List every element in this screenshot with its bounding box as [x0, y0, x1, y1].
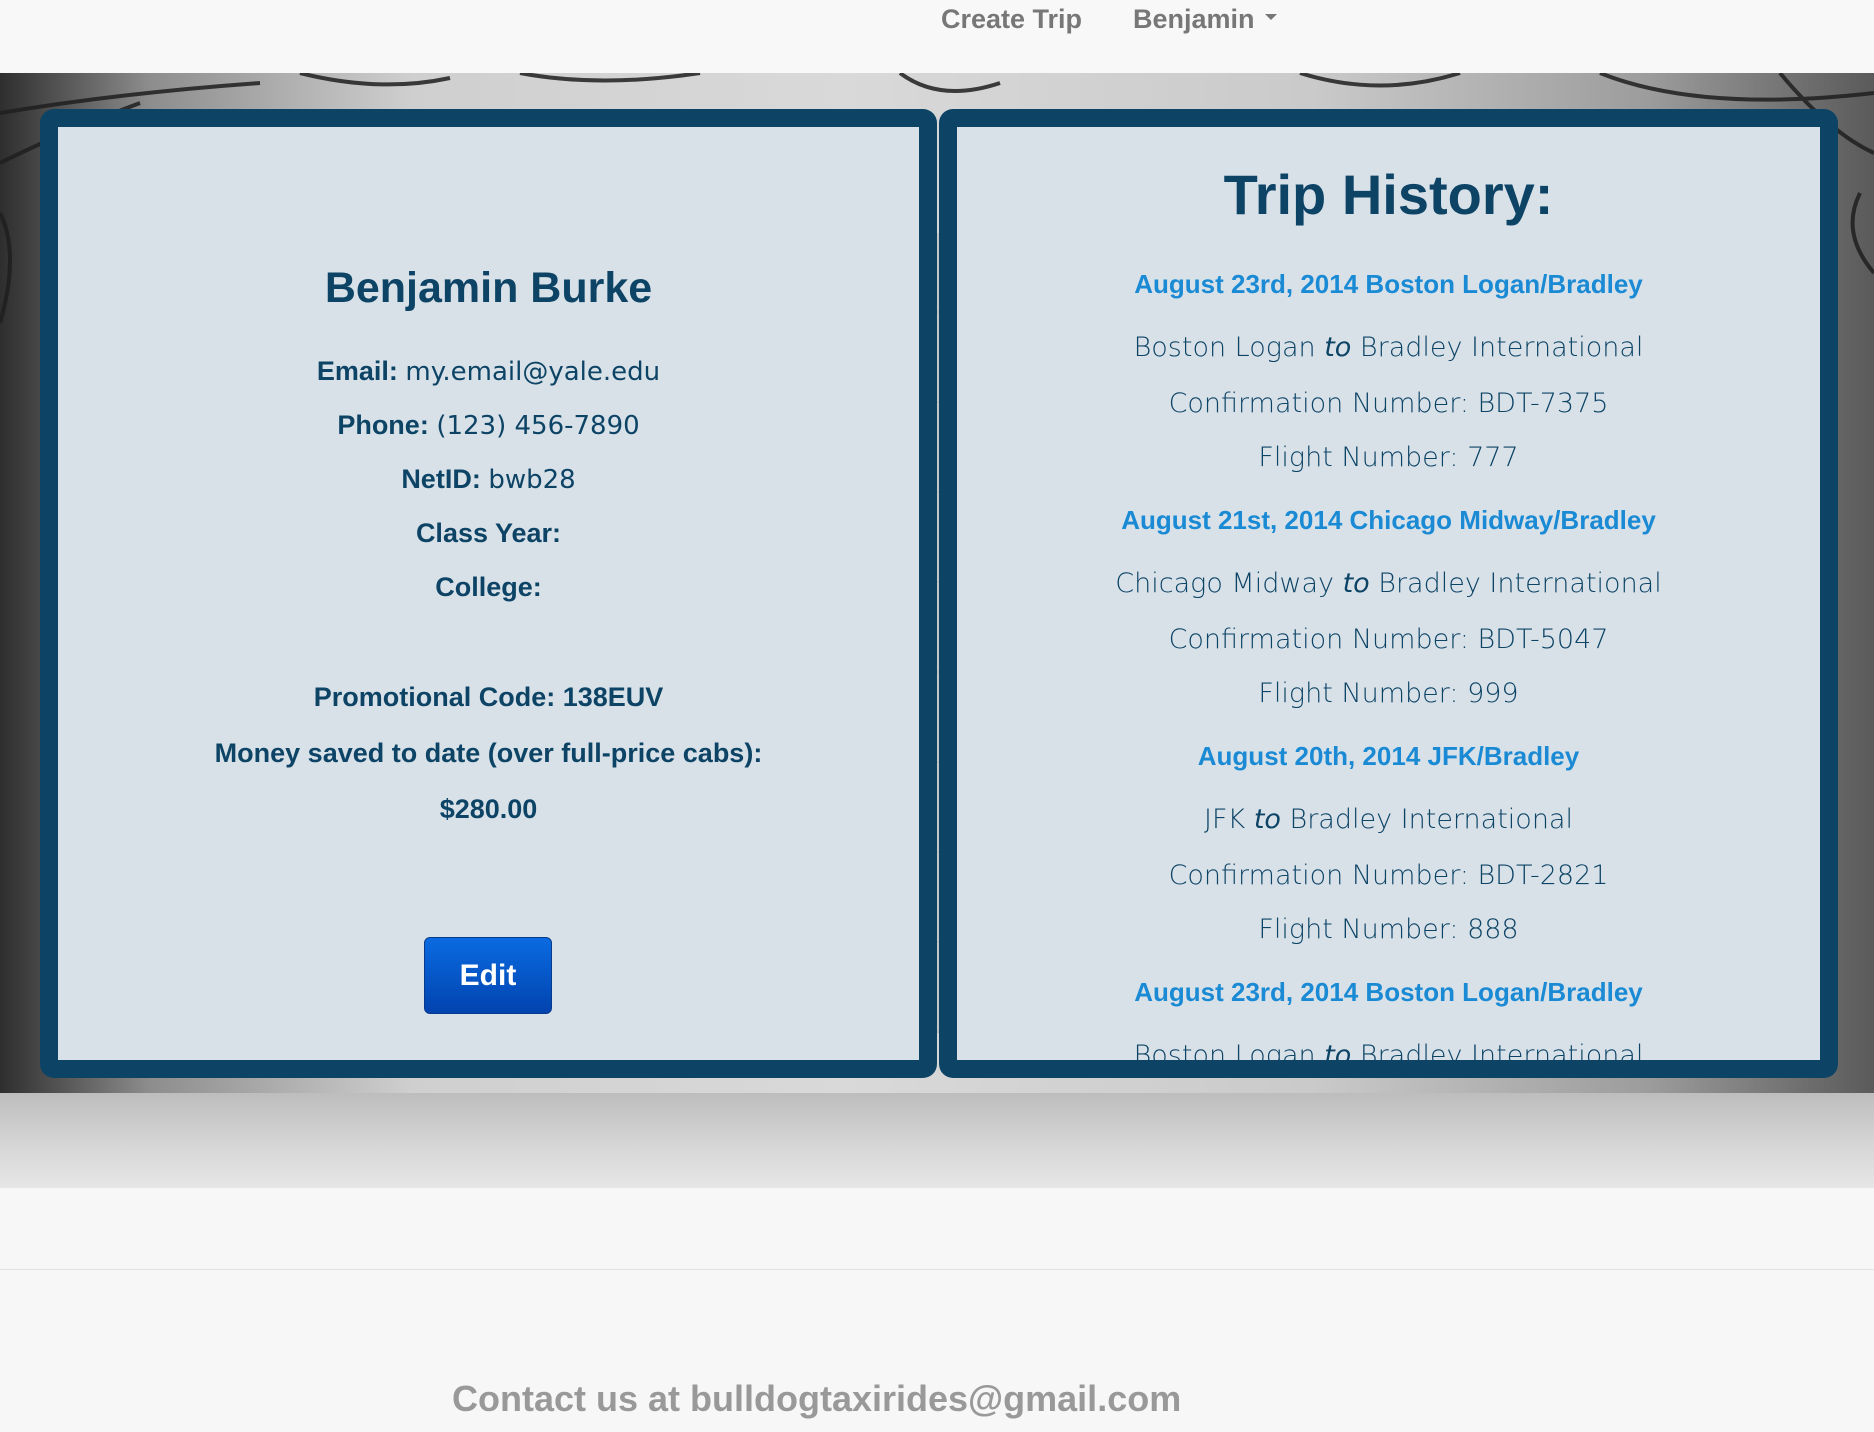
trip-confirmation: Confirmation Number: BDT-5047 [1168, 624, 1609, 655]
email-label: Email: [316, 356, 398, 386]
profile-name: Benjamin Burke [324, 264, 653, 312]
email-row: Email: my.email@yale.edu [58, 356, 919, 387]
trip-link[interactable]: August 21st, 2014 Chicago Midway/Bradley [957, 505, 1820, 536]
profile-panel: Benjamin Burke Email: my.email@yale.edu … [58, 127, 919, 1060]
trip-confirmation: Confirmation Number: BDT-7375 [1168, 388, 1609, 419]
money-saved-value: $280.00 [439, 794, 538, 824]
trip-destination: Bradley International [1359, 1040, 1644, 1060]
class-year-label: Class Year: [415, 518, 562, 548]
footer-contact: Contact us at bulldogtaxirides@gmail.com [452, 1378, 1182, 1419]
nav-create-trip[interactable]: Create Trip [941, 4, 1082, 35]
footer-divider [0, 1269, 1874, 1270]
trip-destination: Bradley International [1359, 332, 1644, 363]
nav-user-menu[interactable]: Benjamin [1133, 4, 1277, 35]
email-value: my.email@yale.edu [405, 357, 661, 387]
phone-row: Phone: (123) 456-7890 [58, 410, 919, 441]
trip-destination: Bradley International [1289, 804, 1573, 835]
netid-value: bwb28 [488, 465, 576, 495]
trip-to-word: to [1253, 804, 1281, 835]
trip-route: JFK to Bradley International [957, 804, 1820, 835]
trip-to-word: to [1342, 568, 1370, 599]
money-saved-label: Money saved to date (over full-price cab… [214, 738, 763, 768]
trip-destination: Bradley International [1378, 568, 1662, 599]
trip-flight: Flight Number: 777 [1258, 442, 1519, 473]
trip-route: Boston Logan to Bradley International [957, 1040, 1820, 1060]
trip-to-word: to [1324, 1040, 1352, 1060]
nav-user-label: Benjamin [1133, 4, 1255, 34]
netid-label: NetID: [401, 464, 481, 494]
trip-flight: Flight Number: 999 [1258, 678, 1519, 709]
trip-origin: Boston Logan [1133, 1040, 1316, 1060]
profile-card: Benjamin Burke Email: my.email@yale.edu … [40, 109, 937, 1078]
trip-link[interactable]: August 23rd, 2014 Boston Logan/Bradley [957, 269, 1820, 300]
trip-link[interactable]: August 20th, 2014 JFK/Bradley [957, 741, 1820, 772]
trip-route: Chicago Midway to Bradley International [957, 568, 1820, 599]
trip-history-title: Trip History: [1223, 163, 1554, 226]
edit-button[interactable]: Edit [424, 937, 552, 1014]
trip-origin: JFK [1204, 804, 1246, 835]
trip-route: Boston Logan to Bradley International [957, 332, 1820, 363]
top-navbar: Create Trip Benjamin [0, 0, 1874, 74]
caret-down-icon [1264, 13, 1277, 20]
trip-origin: Boston Logan [1133, 332, 1316, 363]
promo-code: Promotional Code: 138EUV [313, 682, 664, 712]
trip-link[interactable]: August 23rd, 2014 Boston Logan/Bradley [957, 977, 1820, 1008]
trip-history-panel: Trip History: August 23rd, 2014 Boston L… [957, 127, 1820, 1060]
class-year-row: Class Year: [58, 518, 919, 549]
college-label: College: [435, 572, 542, 602]
trip-origin: Chicago Midway [1115, 568, 1334, 599]
phone-value: (123) 456-7890 [436, 411, 640, 441]
trip-history-card: Trip History: August 23rd, 2014 Boston L… [939, 109, 1838, 1078]
phone-label: Phone: [337, 410, 429, 440]
college-row: College: [58, 572, 919, 603]
trip-flight: Flight Number: 888 [1258, 914, 1519, 945]
trip-to-word: to [1324, 332, 1352, 363]
netid-row: NetID: bwb28 [58, 464, 919, 495]
trip-confirmation: Confirmation Number: BDT-2821 [1168, 860, 1609, 891]
